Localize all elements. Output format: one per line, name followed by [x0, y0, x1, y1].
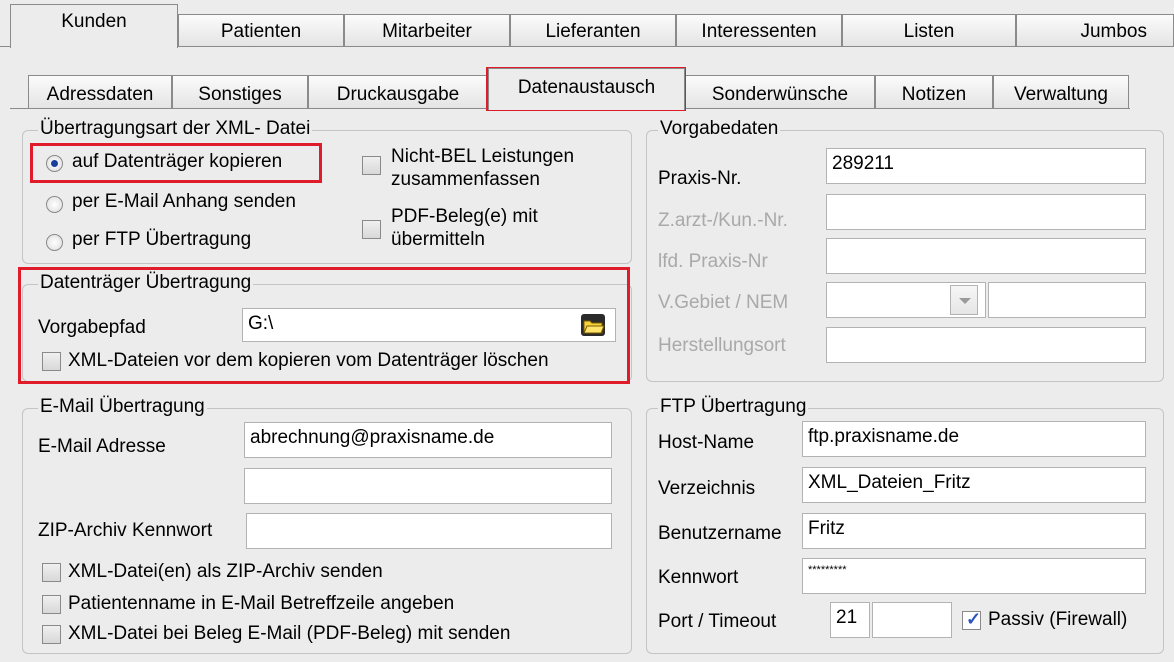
tab-label: Listen [903, 21, 955, 42]
email-legend: E-Mail Übertragung [38, 396, 207, 418]
dir-input[interactable]: XML_Dateien_Fritz [802, 467, 1146, 503]
zip-password-input[interactable] [246, 513, 612, 549]
tab-adressdaten[interactable]: Adressdaten [28, 75, 172, 108]
tab-mitarbeiter[interactable]: Mitarbeiter [344, 14, 510, 46]
check-nonbel[interactable] [362, 156, 381, 175]
tab-label: Jumbos [1080, 21, 1147, 42]
port-label: Port / Timeout [658, 611, 777, 632]
tab-datenaustausch[interactable]: Datenaustausch [488, 68, 685, 110]
email-address-label: E-Mail Adresse [38, 436, 166, 457]
ftp-legend: FTP Übertragung [658, 396, 809, 418]
nem-input[interactable] [988, 282, 1146, 318]
tab-label: Notizen [901, 84, 967, 105]
timeout-input[interactable] [872, 602, 952, 638]
tab-sonderwuensche[interactable]: Sonderwünsche [685, 75, 875, 108]
radio-email-label: per E-Mail Anhang senden [72, 191, 296, 212]
check-zip-label: XML-Datei(en) als ZIP-Archiv senden [68, 561, 383, 582]
host-value: ftp.praxisname.de [808, 426, 960, 447]
defaults-legend: Vorgabedaten [658, 118, 781, 140]
port-input[interactable]: 21 [830, 602, 870, 638]
tab-patienten[interactable]: Patienten [178, 14, 344, 46]
praxis-label: Praxis-Nr. [658, 168, 742, 189]
transfer-type-legend: Übertragungsart der XML- Datei [38, 118, 313, 140]
tab-jumbos[interactable]: Jumbos [1016, 14, 1174, 46]
passive-label: Passiv (Firewall) [988, 609, 1128, 630]
email-second-input[interactable] [244, 468, 612, 504]
user-label: Benutzername [658, 523, 782, 544]
dir-value: XML_Dateien_Fritz [808, 472, 971, 493]
radio-ftp[interactable] [46, 234, 63, 251]
email-address-input[interactable]: abrechnung@praxisname.de [244, 422, 612, 458]
tab-druckausgabe[interactable]: Druckausgabe [308, 75, 488, 108]
tab-sonstiges[interactable]: Sonstiges [172, 75, 308, 108]
pass-input[interactable]: ********* [802, 558, 1146, 594]
radio-email[interactable] [46, 196, 63, 213]
check-pdf-label: PDF-Beleg(e) mit übermitteln [391, 206, 538, 250]
tab-label: Interessenten [701, 21, 817, 42]
highlight-frame-media-option [30, 143, 322, 183]
check-beleg[interactable] [42, 625, 61, 644]
check-nonbel-label: Nicht-BEL Leistungen zusammenfassen [391, 146, 575, 190]
radio-ftp-label: per FTP Übertragung [72, 229, 252, 250]
tab-kunden[interactable]: Kunden [10, 4, 178, 48]
tab-label: Verwaltung [1013, 84, 1108, 105]
herstellung-label: Herstellungsort [658, 335, 786, 356]
chevron-down-icon[interactable] [950, 285, 978, 315]
check-zip[interactable] [42, 563, 61, 582]
user-input[interactable]: Fritz [802, 513, 1146, 549]
email-address-value: abrechnung@praxisname.de [250, 427, 495, 448]
check-pdf[interactable] [362, 220, 381, 239]
tab-lieferanten[interactable]: Lieferanten [510, 14, 676, 46]
dir-label: Verzeichnis [658, 478, 756, 499]
host-label: Host-Name [658, 432, 755, 453]
tab-label: Druckausgabe [336, 84, 460, 105]
lfd-input[interactable] [826, 238, 1146, 274]
tab-label: Datenaustausch [517, 77, 656, 98]
tab-label: Lieferanten [545, 21, 641, 42]
tab-interessenten[interactable]: Interessenten [676, 14, 842, 46]
host-input[interactable]: ftp.praxisname.de [802, 421, 1146, 457]
praxis-input[interactable]: 289211 [826, 148, 1146, 184]
tab-label: Kunden [61, 11, 127, 32]
check-passive[interactable]: ✓ [962, 609, 982, 630]
tab-notizen[interactable]: Notizen [875, 75, 993, 108]
highlight-frame-media-group [18, 267, 630, 384]
zarzt-label: Z.arzt-/Kun.-Nr. [658, 210, 788, 231]
checkmark-icon: ✓ [966, 609, 982, 629]
tab-label: Adressdaten [46, 84, 154, 105]
port-value: 21 [836, 607, 858, 628]
gebiet-label: V.Gebiet / NEM [658, 292, 789, 313]
check-patient[interactable] [42, 595, 61, 614]
zip-password-label: ZIP-Archiv Kennwort [38, 520, 213, 541]
praxis-value: 289211 [832, 153, 894, 174]
tab-label: Sonderwünsche [711, 84, 849, 105]
zarzt-input[interactable] [826, 194, 1146, 230]
pass-label: Kennwort [658, 567, 739, 588]
herstellung-input[interactable] [826, 327, 1146, 363]
tab-verwaltung[interactable]: Verwaltung [993, 75, 1129, 108]
tab-label: Patienten [220, 21, 302, 42]
tab-label: Mitarbeiter [382, 21, 472, 42]
check-patient-label: Patientenname in E-Mail Betreffzeile ang… [68, 593, 455, 614]
pass-value: ********* [808, 564, 847, 576]
lfd-label: lfd. Praxis-Nr [658, 251, 768, 272]
check-beleg-label: XML-Datei bei Beleg E-Mail (PDF-Beleg) m… [68, 623, 511, 644]
user-value: Fritz [808, 518, 845, 539]
tab-listen[interactable]: Listen [842, 14, 1016, 46]
tab-label: Sonstiges [198, 84, 282, 105]
